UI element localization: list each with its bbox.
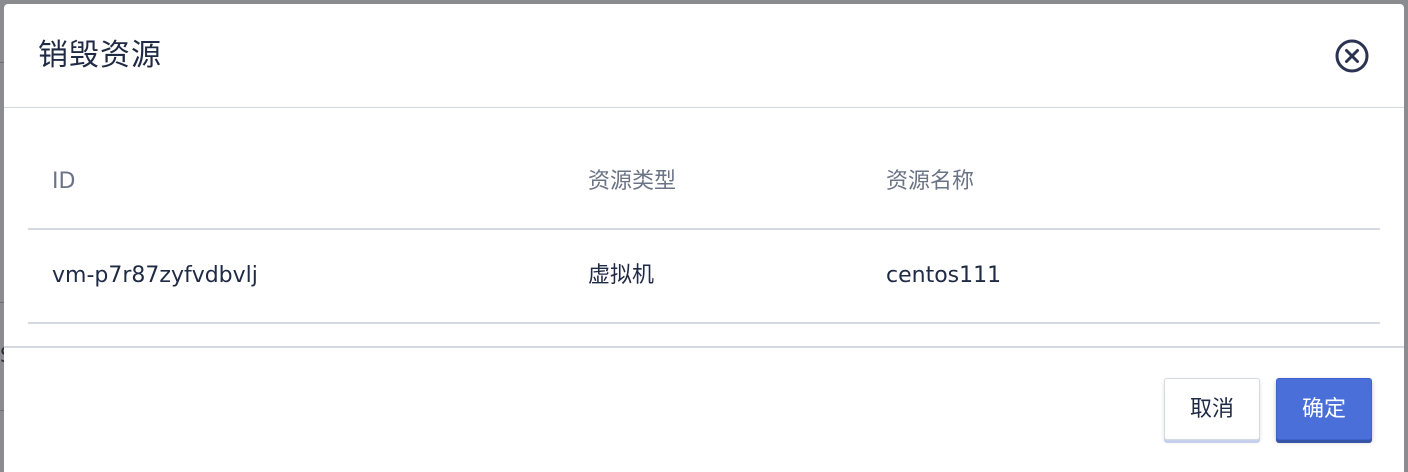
column-header-resource-name: 资源名称	[886, 169, 975, 194]
dialog-header: 销毁资源	[4, 4, 1404, 108]
column-header-id: ID	[52, 169, 76, 194]
destroy-resource-dialog: 销毁资源 ID 资源类型 资源名称 vm-p7r87zyfvdbvlj 虚拟机 …	[4, 4, 1404, 472]
cell-resource-name: centos111	[886, 263, 1002, 288]
dialog-title: 销毁资源	[38, 38, 162, 73]
close-icon[interactable]	[1334, 38, 1370, 74]
dialog-body: ID 资源类型 资源名称 vm-p7r87zyfvdbvlj 虚拟机 cento…	[28, 108, 1380, 346]
table-row: vm-p7r87zyfvdbvlj 虚拟机 centos111	[28, 230, 1380, 324]
dialog-footer: 取消 确定	[4, 346, 1404, 472]
confirm-button[interactable]: 确定	[1276, 378, 1372, 440]
table-header-row: ID 资源类型 资源名称	[28, 136, 1380, 230]
cell-resource-type: 虚拟机	[588, 263, 655, 288]
column-header-resource-type: 资源类型	[588, 169, 677, 194]
cell-resource-id: vm-p7r87zyfvdbvlj	[52, 263, 258, 288]
cancel-button[interactable]: 取消	[1164, 378, 1260, 440]
